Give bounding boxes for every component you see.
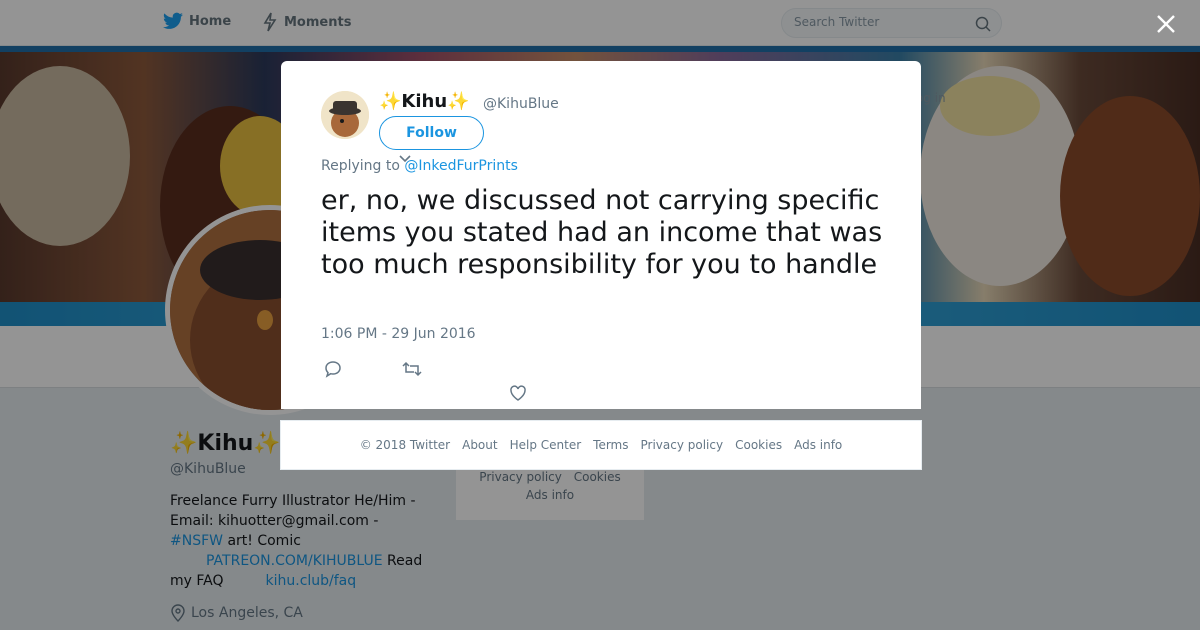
follow-button[interactable]: Follow	[379, 116, 484, 150]
footer-terms-link[interactable]: Terms	[593, 438, 628, 452]
tweet-author-handle[interactable]: @KihuBlue	[483, 96, 559, 112]
tweet-modal: ✨Kihu✨ @KihuBlue Follow Replying to @Ink…	[281, 61, 921, 409]
footer-cookies-link[interactable]: Cookies	[735, 438, 782, 452]
replying-to-mention[interactable]: @InkedFurPrints	[404, 158, 518, 174]
modal-footer: © 2018 Twitter About Help Center Terms P…	[280, 420, 922, 470]
reply-icon[interactable]	[324, 360, 342, 378]
replying-prefix: Replying to	[321, 158, 405, 174]
footer-privacy-link[interactable]: Privacy policy	[641, 438, 724, 452]
tweet-author-name[interactable]: ✨Kihu✨	[379, 91, 470, 112]
footer-about-link[interactable]: About	[462, 438, 497, 452]
footer-copyright: © 2018 Twitter	[359, 438, 451, 452]
replying-to: Replying to @InkedFurPrints	[321, 158, 518, 174]
retweet-icon[interactable]	[402, 360, 422, 378]
footer-ads-link[interactable]: Ads info	[794, 438, 842, 452]
footer-help-link[interactable]: Help Center	[510, 438, 582, 452]
close-icon[interactable]	[1154, 12, 1178, 36]
tweet-timestamp[interactable]: 1:06 PM - 29 Jun 2016	[321, 326, 476, 342]
heart-icon[interactable]	[509, 384, 527, 402]
tweet-author-avatar[interactable]	[321, 91, 369, 139]
author-avatar-illustration	[321, 91, 369, 139]
tweet-text: er, no, we discussed not carrying specif…	[321, 185, 883, 280]
